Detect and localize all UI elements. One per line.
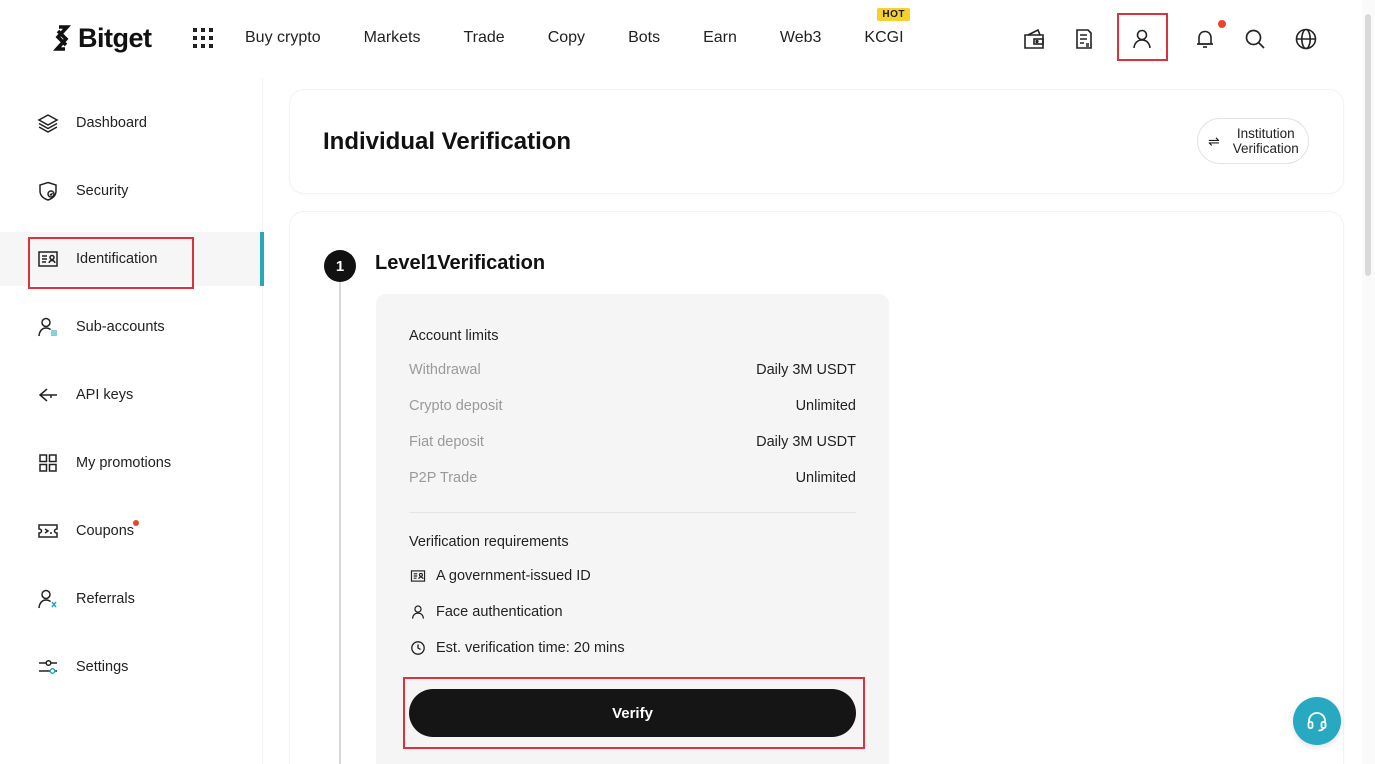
sidebar-item-settings[interactable]: Settings	[0, 640, 263, 694]
identification-highlight	[28, 237, 194, 289]
sidebar-label: API keys	[76, 387, 134, 403]
nav-copy[interactable]: Copy	[548, 29, 585, 47]
active-indicator	[260, 232, 264, 286]
step-number-badge: 1	[324, 250, 356, 282]
limit-row: P2P Trade Unlimited	[409, 470, 856, 486]
clock-icon	[409, 639, 427, 657]
sub-accounts-icon	[37, 316, 59, 338]
sidebar-item-sub-accounts[interactable]: Sub-accounts	[0, 300, 263, 354]
nav-markets[interactable]: Markets	[364, 29, 421, 47]
limit-value: Unlimited	[795, 470, 856, 486]
headset-icon	[1307, 712, 1327, 732]
id-card-icon	[409, 567, 427, 585]
requirement-text: A government-issued ID	[436, 568, 591, 584]
sidebar-label: Referrals	[76, 591, 135, 607]
nav-trade[interactable]: Trade	[464, 29, 505, 47]
wallet-icon[interactable]	[1019, 24, 1049, 54]
sidebar-label: Coupons	[76, 520, 140, 539]
institution-verification-label: Institution Verification	[1232, 126, 1299, 156]
limit-row: Withdrawal Daily 3M USDT	[409, 362, 856, 378]
settings-sliders-icon	[37, 656, 59, 678]
main-nav: Buy crypto Markets Trade Copy Bots Earn …	[245, 8, 947, 47]
limit-name: P2P Trade	[409, 470, 478, 486]
requirement-text: Face authentication	[436, 604, 563, 620]
requirement-item: Est. verification time: 20 mins	[409, 639, 625, 657]
limit-name: Crypto deposit	[409, 398, 503, 414]
referrals-icon	[37, 588, 59, 610]
globe-icon[interactable]	[1291, 24, 1321, 54]
promotions-icon	[37, 452, 59, 474]
notification-dot	[1218, 20, 1226, 28]
limit-row: Crypto deposit Unlimited	[409, 398, 856, 414]
sidebar-item-dashboard[interactable]: Dashboard	[0, 96, 263, 150]
support-chat-button[interactable]	[1293, 697, 1341, 745]
limit-row: Fiat deposit Daily 3M USDT	[409, 434, 856, 450]
apps-grid-icon[interactable]	[192, 27, 214, 49]
sidebar-label: Dashboard	[76, 115, 147, 131]
bitget-logo[interactable]: Bitget	[50, 20, 152, 56]
requirement-item: Face authentication	[409, 603, 563, 621]
verification-requirements-heading: Verification requirements	[409, 534, 569, 550]
section-divider	[409, 512, 856, 513]
nav-earn[interactable]: Earn	[703, 29, 737, 47]
sidebar-item-referrals[interactable]: Referrals	[0, 572, 263, 626]
step-connector-line	[339, 282, 341, 764]
api-key-icon	[37, 384, 59, 406]
sidebar-item-api-keys[interactable]: API keys	[0, 368, 263, 422]
nav-buy-crypto[interactable]: Buy crypto	[245, 29, 321, 47]
sidebar-label: Security	[76, 183, 129, 199]
page-title: Individual Verification	[323, 128, 572, 155]
nav-bots[interactable]: Bots	[628, 29, 660, 47]
verification-level-card: 1 Level1Verification Account limits With…	[290, 212, 1343, 764]
sidebar-item-coupons[interactable]: Coupons	[0, 504, 263, 558]
user-icon	[409, 603, 427, 621]
bitget-logo-icon	[52, 25, 72, 51]
account-limits-heading: Account limits	[409, 328, 499, 344]
page-scrollbar-thumb[interactable]	[1365, 14, 1371, 276]
shield-icon	[37, 180, 59, 202]
hot-badge: HOT	[877, 8, 910, 21]
sidebar-label: Settings	[76, 659, 129, 675]
verify-button[interactable]: Verify	[409, 689, 856, 737]
level-title: Level1Verification	[375, 252, 546, 274]
bitget-logo-text: Bitget	[78, 22, 152, 53]
limit-name: Withdrawal	[409, 362, 481, 378]
sidebar: Dashboard Security Identification Sub-ac…	[0, 78, 264, 764]
requirement-item: A government-issued ID	[409, 567, 591, 585]
limit-value: Daily 3M USDT	[756, 362, 856, 378]
sidebar-item-security[interactable]: Security	[0, 164, 263, 218]
bell-icon[interactable]	[1190, 24, 1220, 54]
verification-header-card: Individual Verification ⇌ Institution Ve…	[290, 90, 1343, 193]
swap-icon: ⇌	[1208, 132, 1220, 149]
level-details-panel: Account limits Withdrawal Daily 3M USDT …	[376, 294, 889, 764]
limit-name: Fiat deposit	[409, 434, 484, 450]
coupon-notification-dot	[133, 520, 140, 526]
institution-verification-button[interactable]: ⇌ Institution Verification	[1197, 118, 1309, 164]
sidebar-item-my-promotions[interactable]: My promotions	[0, 436, 263, 490]
orders-icon[interactable]	[1069, 24, 1099, 54]
limit-value: Unlimited	[795, 398, 856, 414]
user-icon[interactable]	[1127, 24, 1157, 54]
sidebar-label: My promotions	[76, 455, 172, 471]
coupon-icon	[37, 520, 59, 542]
requirement-text: Est. verification time: 20 mins	[436, 640, 625, 656]
nav-web3[interactable]: Web3	[780, 29, 822, 47]
sidebar-label: Sub-accounts	[76, 319, 165, 335]
coupons-label: Coupons	[76, 523, 135, 539]
nav-kcgi[interactable]: KCGI HOT	[864, 8, 910, 47]
nav-kcgi-label: KCGI	[864, 29, 904, 46]
layers-icon	[37, 112, 59, 134]
limit-value: Daily 3M USDT	[756, 434, 856, 450]
search-icon[interactable]	[1240, 24, 1270, 54]
top-navigation-bar: Bitget Buy crypto Markets Trade Copy Bot…	[0, 0, 1360, 78]
